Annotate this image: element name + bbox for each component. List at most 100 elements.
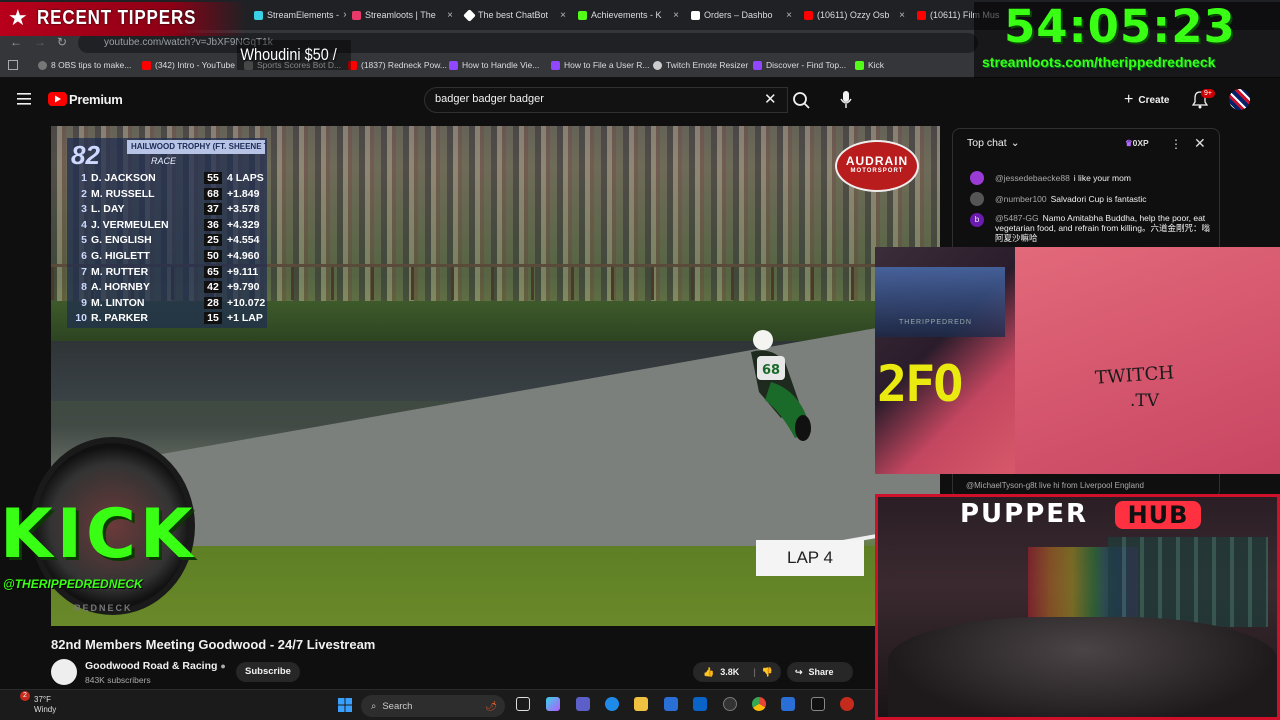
plus-icon: + <box>1124 91 1134 108</box>
monitor-screen <box>875 267 1005 337</box>
clear-search-icon[interactable]: ✕ <box>764 90 777 108</box>
tab-orders[interactable]: Orders – Dashbo × <box>685 4 798 26</box>
obs-icon[interactable] <box>723 697 737 711</box>
bookmark-item[interactable]: How to Handle Vie... <box>449 60 539 70</box>
more-options-icon[interactable]: ⋮ <box>1170 137 1182 151</box>
close-chat-icon[interactable]: ✕ <box>1194 135 1206 152</box>
app-icon[interactable] <box>781 697 795 711</box>
chat-mode-selector[interactable]: Top chat ⌄ <box>967 137 1020 149</box>
close-tab-icon[interactable]: × <box>786 10 792 21</box>
event-number: 82 <box>71 140 100 170</box>
create-button[interactable]: + Create <box>1124 91 1169 109</box>
bookmark-item[interactable]: Discover - Find Top... <box>753 60 846 70</box>
kick-icon <box>578 10 587 20</box>
microphone-icon[interactable] <box>840 91 852 109</box>
bookmark-item[interactable]: Kick <box>855 60 884 70</box>
reload-icon[interactable]: ↻ <box>57 35 67 49</box>
close-tab-icon[interactable]: × <box>673 10 679 21</box>
weather-widget[interactable]: 37°F Windy <box>14 693 56 715</box>
bed-blanket <box>888 617 1277 717</box>
menu-icon[interactable] <box>17 93 31 105</box>
twitch-icon <box>449 60 458 70</box>
bookmark-item[interactable]: Twitch Emote Resizer <box>653 60 748 70</box>
search-input[interactable]: badger badger badger <box>424 87 788 113</box>
close-tab-icon[interactable]: × <box>899 10 905 21</box>
motorbike-rider: 68 <box>751 330 811 441</box>
store-icon[interactable] <box>664 697 678 711</box>
kick-icon <box>855 60 864 70</box>
lap-counter: LAP 4 <box>756 540 864 576</box>
forward-icon[interactable]: → <box>34 35 46 49</box>
dashboard-icon <box>691 10 700 20</box>
star-icon: ★ <box>8 5 28 30</box>
leaderboard-row: 3 L. DAY 37 +3.578 <box>81 203 260 216</box>
windows-taskbar: 2 37°F Windy ⌕ Search 🌶 <box>0 689 875 720</box>
bike-number: 68 <box>762 363 780 378</box>
audrain-motorsport-logo: AUDRAIN MOTORSPORT <box>835 140 919 192</box>
copilot-icon[interactable] <box>546 697 560 711</box>
channel-avatar[interactable] <box>51 659 77 685</box>
chat-message: @MichaelTyson-g8t live hi from Liverpool… <box>966 481 1144 490</box>
windows-start-icon[interactable] <box>338 698 352 712</box>
twitch-icon <box>753 60 762 70</box>
like-button[interactable]: 👍 3.8K | 👎 <box>693 662 781 682</box>
bookmark-item[interactable]: (342) Intro - YouTube <box>142 60 235 70</box>
taskbar-search[interactable]: ⌕ Search 🌶 <box>361 695 505 717</box>
recent-tippers-banner: ★ RECENT TIPPERS <box>0 2 245 36</box>
leaderboard-row: 4 J. VERMEULEN 36 +4.329 <box>81 218 260 231</box>
apps-grid-icon[interactable] <box>8 60 18 70</box>
leaderboard-row: 5 G. ENGLISH 25 +4.554 <box>81 234 260 247</box>
bookmark-item[interactable]: (1837) Redneck Pow... <box>348 60 447 70</box>
race-label: RACE <box>151 156 177 166</box>
tab-achievements[interactable]: Achievements - K × <box>572 4 685 26</box>
bookmark-item[interactable]: How to File a User R... <box>551 60 650 70</box>
leaderboard-row: 7 M. RUTTER 65 +9.111 <box>81 265 259 278</box>
tab-chatbot[interactable]: The best ChatBot × <box>459 4 572 26</box>
subscribe-button[interactable]: Subscribe <box>236 662 300 682</box>
bookmark-item[interactable]: 8 OBS tips to make... <box>38 60 131 70</box>
kick-overlay: KICK @THERIPPEDREDNECK REDNECK <box>0 437 225 617</box>
webcam-room-view: THERIPPEDREDN 2FO TWITCH .TV <box>875 247 1280 474</box>
chat-avatar <box>970 192 984 206</box>
tab-streamloots[interactable]: Streamloots | The × <box>346 4 459 26</box>
streamelements-icon <box>254 10 263 20</box>
leaderboard-row: 9 M. LINTON 28 +10.072 <box>81 296 266 309</box>
redneck-label: REDNECK <box>74 603 133 613</box>
recent-tipper-ticker: Whoudini $50 / <box>237 40 351 70</box>
terminal-icon[interactable] <box>811 697 825 711</box>
outlook-icon[interactable] <box>693 697 707 711</box>
search-icon[interactable] <box>788 87 816 113</box>
chrome-icon[interactable] <box>752 697 766 711</box>
youtube-premium-logo[interactable]: Premium <box>69 92 123 107</box>
youtube-logo-icon[interactable] <box>48 92 67 106</box>
xp-indicator[interactable]: ♛0XP <box>1125 138 1149 149</box>
crown-icon: ♛ <box>1125 138 1133 148</box>
chat-avatar <box>970 171 984 185</box>
close-tab-icon[interactable]: × <box>560 10 566 21</box>
leaderboard-row: 2 M. RUSSELL 68 +1.849 <box>81 187 260 200</box>
url-field[interactable]: youtube.com/watch?v=JbXF9NGqT1k <box>78 33 978 53</box>
search-icon: ⌕ <box>371 700 377 712</box>
edge-icon[interactable] <box>605 697 619 711</box>
account-avatar[interactable] <box>1229 89 1250 110</box>
close-tab-icon[interactable]: × <box>447 10 453 21</box>
channel-name[interactable]: Goodwood Road & Racing ● <box>85 660 226 672</box>
youtube-icon <box>804 10 813 20</box>
tab-ozzy[interactable]: (10611) Ozzy Osb × <box>798 4 911 26</box>
teams-icon[interactable] <box>576 697 590 711</box>
app-icon[interactable] <box>840 697 854 711</box>
leaderboard-header: 82 HAILWOOD TROPHY (FT. SHEENE TROPHY) R… <box>67 138 267 172</box>
youtube-icon <box>142 60 151 70</box>
task-view-icon[interactable] <box>516 697 530 711</box>
tab-streamelements[interactable]: StreamElements - × <box>248 4 346 26</box>
share-icon: ↪ <box>795 666 803 677</box>
race-title: HAILWOOD TROPHY (FT. SHEENE TROPHY) <box>127 140 265 154</box>
thumbs-down-icon[interactable]: 👎 <box>762 667 773 678</box>
chat-avatar: b <box>970 213 984 227</box>
video-title: 82nd Members Meeting Goodwood - 24/7 Liv… <box>51 637 376 652</box>
back-icon[interactable]: ← <box>10 35 22 49</box>
share-button[interactable]: ↪ Share <box>787 662 853 682</box>
leaderboard-row: 6 G. HIGLETT 50 +4.960 <box>81 250 260 262</box>
file-explorer-icon[interactable] <box>634 697 648 711</box>
globe-icon <box>653 60 662 70</box>
